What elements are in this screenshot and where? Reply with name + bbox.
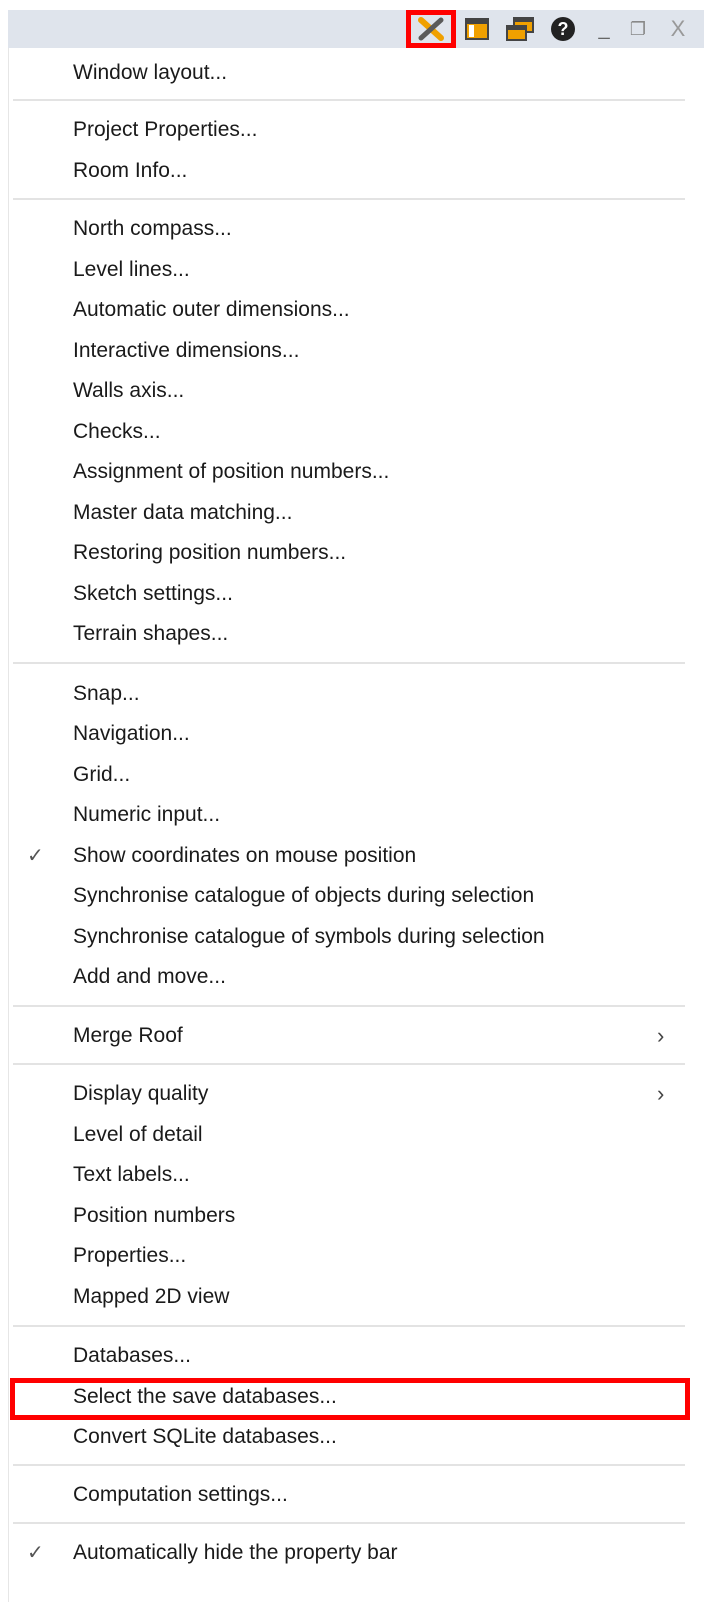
tools-dropdown-menu: Window layout... Project Properties... R… bbox=[8, 48, 704, 1602]
menu-item-assignment-of-position-numbers[interactable]: Assignment of position numbers... bbox=[9, 452, 704, 492]
menu-item-label: Show coordinates on mouse position bbox=[73, 844, 417, 867]
menu-item-terrain-shapes[interactable]: Terrain shapes... bbox=[9, 614, 704, 654]
menu-separator bbox=[13, 1063, 685, 1065]
menu-separator bbox=[13, 1464, 685, 1466]
menu-item-level-lines[interactable]: Level lines... bbox=[9, 250, 704, 290]
menu-item-mapped-2d-view[interactable]: Mapped 2D view bbox=[9, 1277, 704, 1317]
menu-item-label: Properties... bbox=[73, 1244, 187, 1267]
menu-separator bbox=[13, 99, 685, 101]
menu-item-label: Checks... bbox=[73, 420, 161, 443]
menu-item-label: Add and move... bbox=[73, 965, 226, 988]
menu-item-label: Position numbers bbox=[73, 1204, 236, 1227]
windows-icon[interactable] bbox=[502, 10, 538, 48]
menu-item-grid[interactable]: Grid... bbox=[9, 755, 704, 795]
menu-item-sync-objects[interactable]: Synchronise catalogue of objects during … bbox=[9, 876, 704, 916]
menu-item-label: Synchronise catalogue of symbols during … bbox=[73, 925, 545, 948]
restore-icon[interactable]: ❐ bbox=[626, 10, 650, 48]
menu-item-label: Project Properties... bbox=[73, 118, 258, 141]
help-icon[interactable]: ? bbox=[546, 10, 580, 48]
menu-separator bbox=[13, 1005, 685, 1007]
menu-separator bbox=[13, 662, 685, 664]
menu-item-databases[interactable]: Databases... bbox=[9, 1336, 704, 1376]
menu-item-properties[interactable]: Properties... bbox=[9, 1236, 704, 1276]
menu-item-label: Synchronise catalogue of objects during … bbox=[73, 884, 535, 907]
menu-item-label: Databases... bbox=[73, 1344, 191, 1367]
menu-item-label: Interactive dimensions... bbox=[73, 339, 300, 362]
chevron-right-icon: › bbox=[657, 1023, 665, 1048]
menu-item-label: Computation settings... bbox=[73, 1483, 288, 1506]
menu-item-restoring-position-numbers[interactable]: Restoring position numbers... bbox=[9, 533, 704, 573]
menu-item-label: Navigation... bbox=[73, 722, 190, 745]
menu-item-navigation[interactable]: Navigation... bbox=[9, 714, 704, 754]
chevron-right-icon: › bbox=[657, 1081, 665, 1106]
minimize-icon[interactable]: _ bbox=[592, 10, 616, 48]
menu-item-add-and-move[interactable]: Add and move... bbox=[9, 957, 704, 997]
menu-item-label: Grid... bbox=[73, 763, 131, 786]
menu-item-project-properties[interactable]: Project Properties... bbox=[9, 110, 704, 150]
menu-item-label: Convert SQLite databases... bbox=[73, 1425, 337, 1448]
menu-separator bbox=[13, 1325, 685, 1327]
menu-item-label: Terrain shapes... bbox=[73, 622, 229, 645]
menu-item-label: Mapped 2D view bbox=[73, 1285, 230, 1308]
menu-item-position-numbers[interactable]: Position numbers bbox=[9, 1196, 704, 1236]
menu-item-label: Restoring position numbers... bbox=[73, 541, 347, 564]
menu-item-label: Snap... bbox=[73, 682, 140, 705]
menu-item-label: Window layout... bbox=[73, 61, 228, 84]
menu-item-interactive-dimensions[interactable]: Interactive dimensions... bbox=[9, 331, 704, 371]
menu-item-label: Text labels... bbox=[73, 1163, 190, 1186]
menu-item-sketch-settings[interactable]: Sketch settings... bbox=[9, 574, 704, 614]
menu-item-label: Master data matching... bbox=[73, 501, 293, 524]
menu-item-label: Walls axis... bbox=[73, 379, 185, 402]
check-icon: ✓ bbox=[27, 1542, 44, 1564]
menu-item-merge-roof[interactable]: Merge Roof › bbox=[9, 1016, 704, 1056]
menu-item-checks[interactable]: Checks... bbox=[9, 412, 704, 452]
menu-item-north-compass[interactable]: North compass... bbox=[9, 209, 704, 249]
menu-separator bbox=[13, 198, 685, 200]
menu-item-master-data-matching[interactable]: Master data matching... bbox=[9, 493, 704, 533]
svg-text:?: ? bbox=[558, 19, 569, 39]
menu-item-text-labels[interactable]: Text labels... bbox=[9, 1155, 704, 1195]
menu-item-label: North compass... bbox=[73, 217, 232, 240]
menu-item-label: Sketch settings... bbox=[73, 582, 233, 605]
menu-item-computation-settings[interactable]: Computation settings... bbox=[9, 1475, 704, 1515]
menu-item-label: Merge Roof bbox=[73, 1024, 183, 1047]
menu-item-automatic-outer-dimensions[interactable]: Automatic outer dimensions... bbox=[9, 290, 704, 330]
menu-item-numeric-input[interactable]: Numeric input... bbox=[9, 795, 704, 835]
menu-separator bbox=[13, 1522, 685, 1524]
menu-item-label: Level lines... bbox=[73, 258, 190, 281]
title-bar: ? _ ❐ X bbox=[8, 10, 704, 48]
close-icon[interactable]: X bbox=[666, 10, 690, 48]
menu-item-snap[interactable]: Snap... bbox=[9, 674, 704, 714]
menu-item-label: Display quality bbox=[73, 1082, 209, 1105]
menu-item-label: Automatic outer dimensions... bbox=[73, 298, 350, 321]
panel-icon[interactable] bbox=[460, 10, 494, 48]
menu-item-label: Room Info... bbox=[73, 159, 188, 182]
menu-item-label: Level of detail bbox=[73, 1123, 203, 1146]
menu-item-convert-sqlite-databases[interactable]: Convert SQLite databases... bbox=[9, 1417, 704, 1457]
menu-item-label: Numeric input... bbox=[73, 803, 221, 826]
menu-item-room-info[interactable]: Room Info... bbox=[9, 151, 704, 191]
menu-item-show-coordinates[interactable]: ✓ Show coordinates on mouse position bbox=[9, 836, 704, 876]
menu-item-window-layout[interactable]: Window layout... bbox=[9, 53, 704, 93]
check-icon: ✓ bbox=[27, 845, 44, 867]
menu-item-auto-hide-property-bar[interactable]: ✓ Automatically hide the property bar bbox=[9, 1533, 704, 1573]
menu-item-label: Automatically hide the property bar bbox=[73, 1541, 398, 1564]
menu-item-walls-axis[interactable]: Walls axis... bbox=[9, 371, 704, 411]
tools-icon[interactable] bbox=[406, 10, 456, 48]
menu-item-level-of-detail[interactable]: Level of detail bbox=[9, 1115, 704, 1155]
menu-item-label: Assignment of position numbers... bbox=[73, 460, 390, 483]
menu-item-sync-symbols[interactable]: Synchronise catalogue of symbols during … bbox=[9, 917, 704, 957]
menu-item-display-quality[interactable]: Display quality › bbox=[9, 1074, 704, 1114]
highlight-box bbox=[10, 1378, 690, 1420]
